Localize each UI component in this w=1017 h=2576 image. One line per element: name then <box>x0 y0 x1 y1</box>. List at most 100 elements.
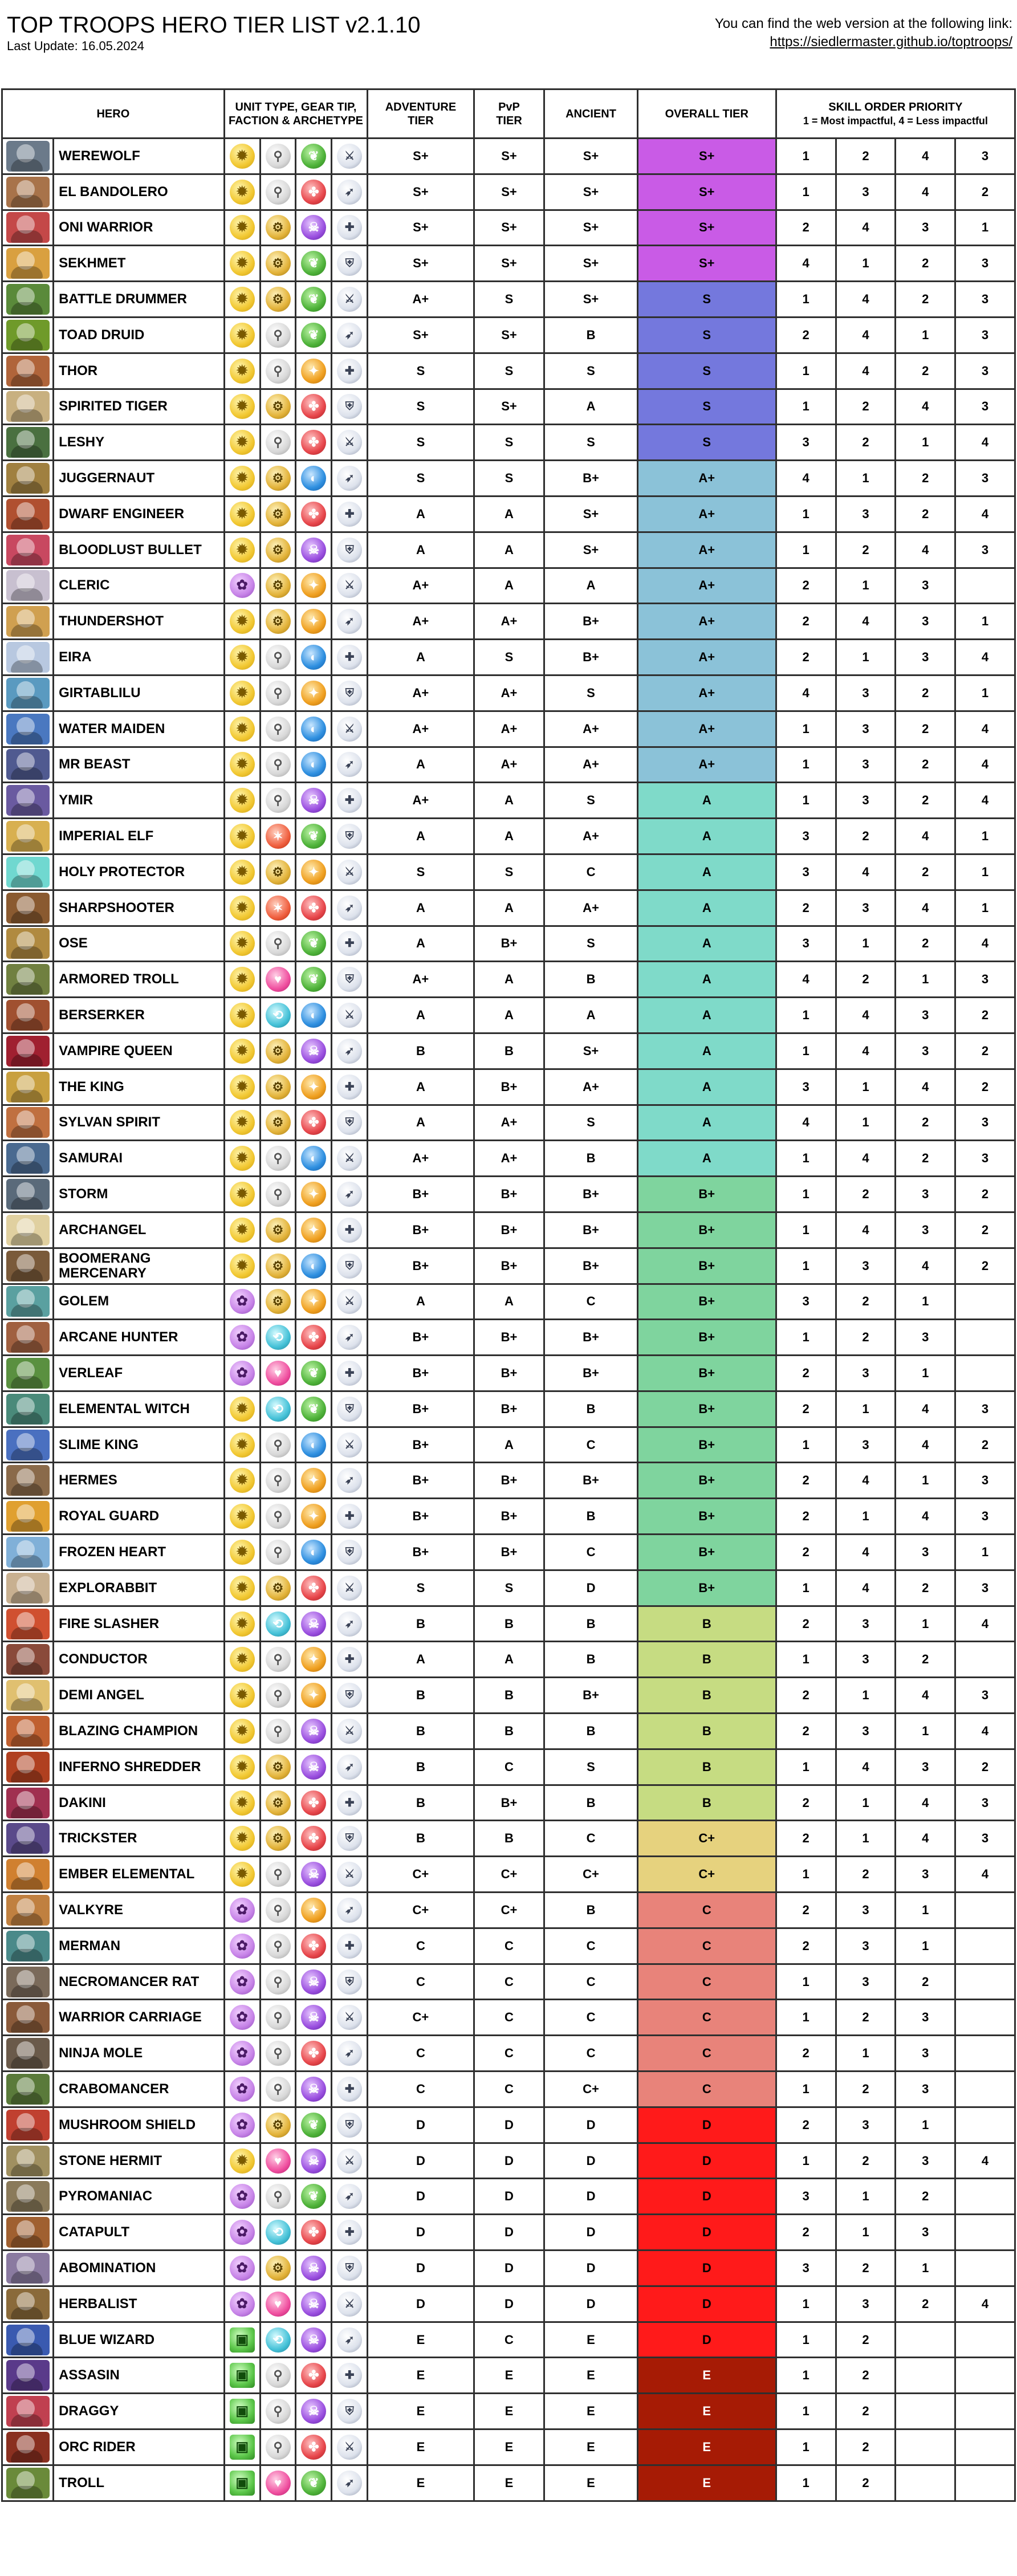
ancient-tier: B <box>543 1140 638 1178</box>
gear-tip-cell: ⚲ <box>259 1175 297 1213</box>
faction-icon: ☠ <box>301 2291 327 2317</box>
unit-type-icon: ✹ <box>229 1862 255 1887</box>
unit-type-cell: ✹ <box>223 1712 261 1750</box>
skill-1: 2 <box>775 1784 837 1822</box>
skill-4 <box>954 1283 1016 1321</box>
archetype-cell: ⚔ <box>331 2428 369 2466</box>
faction-icon: ✤ <box>301 1790 327 1816</box>
skill-2: 3 <box>835 2106 897 2144</box>
hero-name: STONE HERMIT <box>52 2142 225 2180</box>
skill-3 <box>894 2357 957 2395</box>
adventure-tier: S+ <box>367 137 475 175</box>
unit-type-cell: ✹ <box>223 1569 261 1607</box>
skill-1: 1 <box>775 280 837 318</box>
hero-row: THOR ✹ ⚲ ✦ ✚ S S S S 1 4 2 3 <box>1 352 1016 390</box>
faction-icon: ✦ <box>301 859 327 885</box>
hero-name: PYROMANIAC <box>52 2178 225 2216</box>
faction-icon: ❦ <box>301 2470 327 2496</box>
skill-3: 4 <box>894 889 957 927</box>
hero-portrait <box>6 1143 50 1174</box>
hero-row: TROLL ▣ ♥ ❦ ➶ E E E E 1 2 <box>1 2464 1016 2502</box>
skill-1: 3 <box>775 1068 837 1106</box>
skill-3: 4 <box>894 817 957 855</box>
archetype-cell: ⚔ <box>331 1569 369 1607</box>
portrait-cell <box>1 388 55 426</box>
hero-name: VERLEAF <box>52 1354 225 1392</box>
portrait-cell <box>1 2392 55 2430</box>
hero-row: THE KING ✹ ⚙ ✦ ✚ A B+ A+ A 3 1 4 2 <box>1 1068 1016 1106</box>
faction-cell: ❦ <box>295 245 333 283</box>
hero-name: NINJA MOLE <box>52 2034 225 2073</box>
gear-tip-cell: ⚙ <box>259 2249 297 2287</box>
hero-row: SYLVAN SPIRIT ✹ ⚙ ✤ ⛨ A A+ S A 4 1 2 3 <box>1 1104 1016 1142</box>
gear-tip-icon: ♥ <box>265 2291 291 2317</box>
hero-portrait <box>6 2396 50 2427</box>
unit-type-cell: ✹ <box>223 316 261 354</box>
portrait-cell <box>1 1999 55 2037</box>
unit-type-cell: ✹ <box>223 782 261 820</box>
archetype-cell: ⛨ <box>331 1247 369 1285</box>
unit-type-icon: ✹ <box>229 1146 255 1171</box>
faction-icon: ✤ <box>301 2363 327 2388</box>
archetype-icon: ⚔ <box>337 859 363 885</box>
hero-portrait <box>6 606 50 637</box>
archetype-icon: ⚔ <box>337 716 363 742</box>
archetype-icon: ✚ <box>337 1074 363 1100</box>
overall-tier: B+ <box>636 1497 777 1536</box>
adventure-tier: B <box>367 1032 475 1070</box>
hero-portrait <box>6 1000 50 1031</box>
overall-tier: A+ <box>636 746 777 784</box>
unit-type-cell: ✿ <box>223 2249 261 2287</box>
archetype-cell: ➶ <box>331 1891 369 1929</box>
overall-tier: B+ <box>636 1175 777 1213</box>
skill-1: 4 <box>775 961 837 999</box>
skill-2: 1 <box>835 1820 897 1858</box>
skill-4: 2 <box>954 1426 1016 1464</box>
skill-2: 3 <box>835 710 897 748</box>
overall-tier: C <box>636 2070 777 2108</box>
skill-4 <box>954 2106 1016 2144</box>
adventure-tier: B+ <box>367 1354 475 1392</box>
skill-4 <box>954 1641 1016 1679</box>
unit-type-cell: ✹ <box>223 1175 261 1213</box>
hero-row: STORM ✹ ⚲ ✦ ➶ B+ B+ B+ B+ 1 2 3 2 <box>1 1175 1016 1213</box>
unit-type-cell: ✹ <box>223 1462 261 1500</box>
ancient-tier: E <box>543 2357 638 2395</box>
hero-portrait <box>6 1250 50 1281</box>
ancient-tier: B+ <box>543 1462 638 1500</box>
hero-name: YMIR <box>52 782 225 820</box>
faction-cell: ☠ <box>295 1605 333 1643</box>
hero-name: ARCHANGEL <box>52 1211 225 1249</box>
portrait-cell <box>1 1891 55 1929</box>
skill-4: 4 <box>954 1605 1016 1643</box>
ancient-tier: B+ <box>543 638 638 676</box>
hero-portrait <box>6 284 50 315</box>
pvp-tier: A+ <box>473 674 546 712</box>
pvp-tier: D <box>473 2213 546 2252</box>
unit-type-icon: ✹ <box>229 501 255 527</box>
web-version-link[interactable]: https://siedlermaster.github.io/toptroop… <box>715 33 1012 51</box>
gear-tip-cell: ⟲ <box>259 2213 297 2252</box>
hero-name: ORC RIDER <box>52 2428 225 2466</box>
skill-2: 4 <box>835 1748 897 1786</box>
skill-1: 1 <box>775 173 837 211</box>
unit-type-icon: ✹ <box>229 1038 255 1064</box>
overall-tier: E <box>636 2357 777 2395</box>
hero-portrait <box>6 212 50 243</box>
faction-icon: ☠ <box>301 2255 327 2281</box>
archetype-icon: ➶ <box>337 1182 363 1207</box>
skill-2: 4 <box>835 996 897 1034</box>
hero-portrait <box>6 534 50 565</box>
pvp-tier: B+ <box>473 1390 546 1428</box>
overall-tier: B+ <box>636 1569 777 1607</box>
skill-1: 2 <box>775 1820 837 1858</box>
hero-row: ARMORED TROLL ✹ ♥ ❦ ⛨ A+ A B A 4 2 1 3 <box>1 961 1016 999</box>
gear-tip-cell: ✶ <box>259 889 297 927</box>
archetype-cell: ⚔ <box>331 2142 369 2180</box>
hero-row: ABOMINATION ✿ ⚙ ☠ ⛨ D D D D 3 2 1 <box>1 2249 1016 2287</box>
skill-3: 3 <box>894 1211 957 1249</box>
overall-tier: B <box>636 1712 777 1750</box>
unit-type-icon: ✹ <box>229 1683 255 1708</box>
faction-icon: ❦ <box>301 967 327 992</box>
gear-tip-cell: ⚙ <box>259 1283 297 1321</box>
